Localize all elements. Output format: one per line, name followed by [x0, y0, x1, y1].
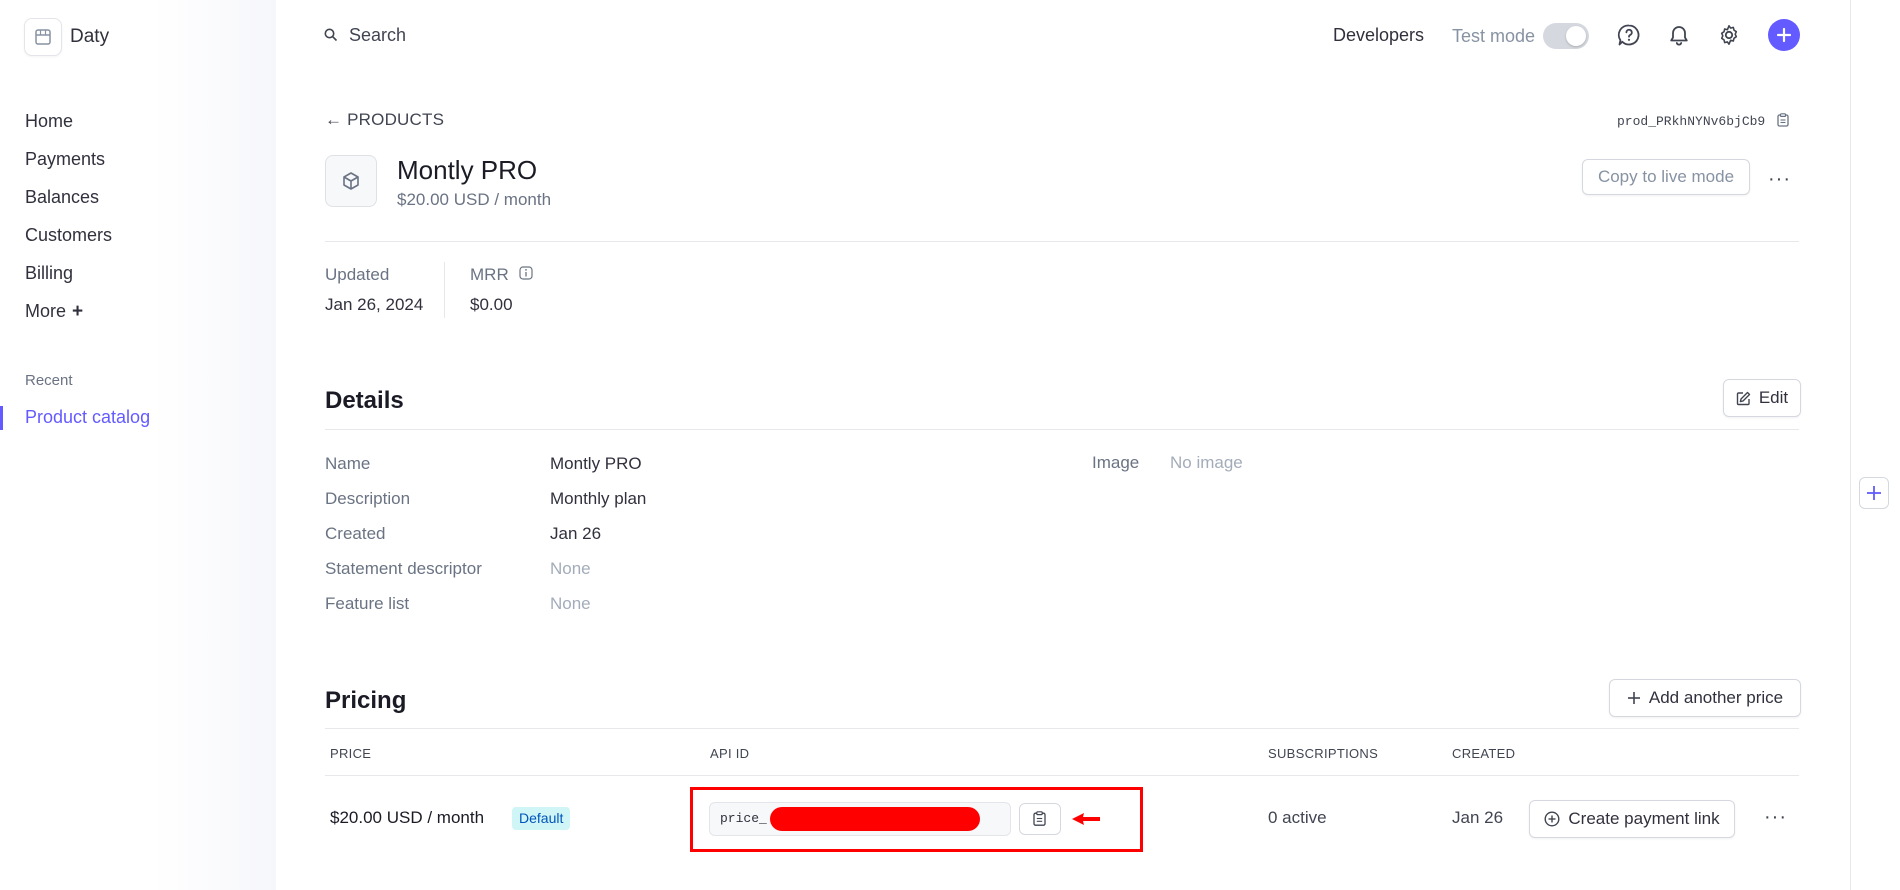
edit-icon [1736, 391, 1751, 405]
annotation-arrow-icon [1072, 813, 1100, 825]
store-icon [35, 29, 51, 45]
pricing-divider [325, 728, 1799, 729]
add-another-price-button[interactable]: Add another price [1609, 679, 1801, 717]
edit-button[interactable]: Edit [1723, 379, 1801, 417]
detail-value-name: Montly PRO [550, 454, 642, 473]
detail-value-description: Monthly plan [550, 489, 647, 508]
updated-value: Jan 26, 2024 [325, 295, 424, 314]
back-to-products[interactable]: ← PRODUCTS [325, 110, 444, 130]
image-value: No image [1170, 453, 1243, 472]
image-label: Image [1092, 453, 1140, 472]
col-header-price: PRICE [330, 746, 372, 761]
info-icon[interactable] [519, 266, 534, 280]
nav-product-catalog[interactable]: Product catalog [25, 407, 150, 428]
rail-add-button[interactable] [1859, 477, 1889, 509]
nav-payments[interactable]: Payments [25, 149, 105, 170]
plus-icon: + [72, 301, 84, 322]
plus-circle-icon [1544, 811, 1560, 827]
product-title: Montly PRO [397, 155, 538, 185]
col-header-api-id: API ID [710, 746, 750, 761]
create-payment-link-button[interactable]: Create payment link [1529, 800, 1735, 838]
recent-heading: Recent [25, 372, 73, 389]
developers-link[interactable]: Developers [1333, 25, 1424, 46]
account-logo[interactable] [24, 18, 62, 56]
copy-to-live-mode-button[interactable]: Copy to live mode [1582, 159, 1750, 195]
default-badge: Default [512, 807, 571, 830]
back-label: PRODUCTS [347, 110, 445, 129]
price-value: $20.00 USD / month [330, 808, 485, 827]
product-image-placeholder [325, 155, 377, 207]
col-header-created: CREATED [1452, 746, 1516, 761]
product-more-menu[interactable]: ··· [1768, 168, 1791, 191]
active-indicator [0, 406, 3, 430]
test-mode-label: Test mode [1452, 26, 1536, 46]
toggle-knob [1566, 26, 1586, 46]
account-name[interactable]: Daty [70, 26, 109, 48]
pricing-title: Pricing [325, 687, 407, 714]
detail-value-statement-descriptor: None [550, 559, 591, 578]
detail-label-description: Description [325, 489, 411, 508]
plus-icon [1867, 486, 1881, 500]
details-title: Details [325, 387, 404, 414]
detail-value-created: Jan 26 [550, 524, 602, 543]
bell-icon[interactable] [1667, 23, 1691, 47]
sidebar: Daty Home Payments Balances Customers Bi… [0, 0, 276, 890]
nav-balances[interactable]: Balances [25, 187, 99, 208]
header-divider [325, 241, 1799, 242]
nav-customers[interactable]: Customers [25, 225, 112, 246]
meta-divider [444, 262, 445, 318]
nav-billing[interactable]: Billing [25, 263, 73, 284]
price-row-more-menu[interactable]: ··· [1764, 806, 1787, 829]
subscriptions-value: 0 active [1268, 808, 1327, 827]
detail-label-created: Created [325, 524, 386, 543]
product-subtitle: $20.00 USD / month [397, 190, 552, 209]
gear-icon[interactable] [1717, 23, 1741, 47]
nav-home[interactable]: Home [25, 111, 73, 132]
clipboard-icon [1777, 113, 1789, 127]
col-header-subscriptions: SUBSCRIPTIONS [1268, 746, 1379, 761]
create-button[interactable] [1768, 19, 1800, 51]
product-id[interactable]: prod_PRkhNYNv6bjCb9 [1617, 113, 1789, 129]
product-id-text: prod_PRkhNYNv6bjCb9 [1617, 114, 1766, 129]
nav-more[interactable]: More + [25, 301, 83, 323]
mrr-value: $0.00 [470, 295, 513, 314]
detail-label-name: Name [325, 454, 371, 473]
arrow-left-icon: ← [325, 110, 343, 129]
help-icon[interactable] [1617, 23, 1641, 47]
search-icon [324, 28, 338, 42]
add-price-label: Add another price [1648, 688, 1784, 707]
payment-link-label: Create payment link [1568, 809, 1720, 828]
mrr-label: MRR [470, 265, 509, 284]
mrr-label-group: MRR [470, 265, 534, 285]
table-header-divider [325, 775, 1799, 776]
test-mode-toggle[interactable] [1543, 23, 1589, 49]
nav-more-label: More [25, 301, 67, 321]
details-divider [325, 429, 1799, 430]
detail-label-statement-descriptor: Statement descriptor [325, 559, 482, 578]
search-input[interactable]: Search [349, 25, 406, 46]
right-rail-divider [1850, 0, 1851, 890]
plus-icon [1627, 692, 1640, 704]
box-icon [343, 172, 359, 190]
plus-icon [1776, 27, 1792, 43]
created-value: Jan 26 [1452, 808, 1504, 827]
updated-label: Updated [325, 265, 390, 284]
detail-value-feature-list: None [550, 594, 591, 613]
edit-label: Edit [1758, 388, 1789, 407]
detail-label-feature-list: Feature list [325, 594, 410, 613]
